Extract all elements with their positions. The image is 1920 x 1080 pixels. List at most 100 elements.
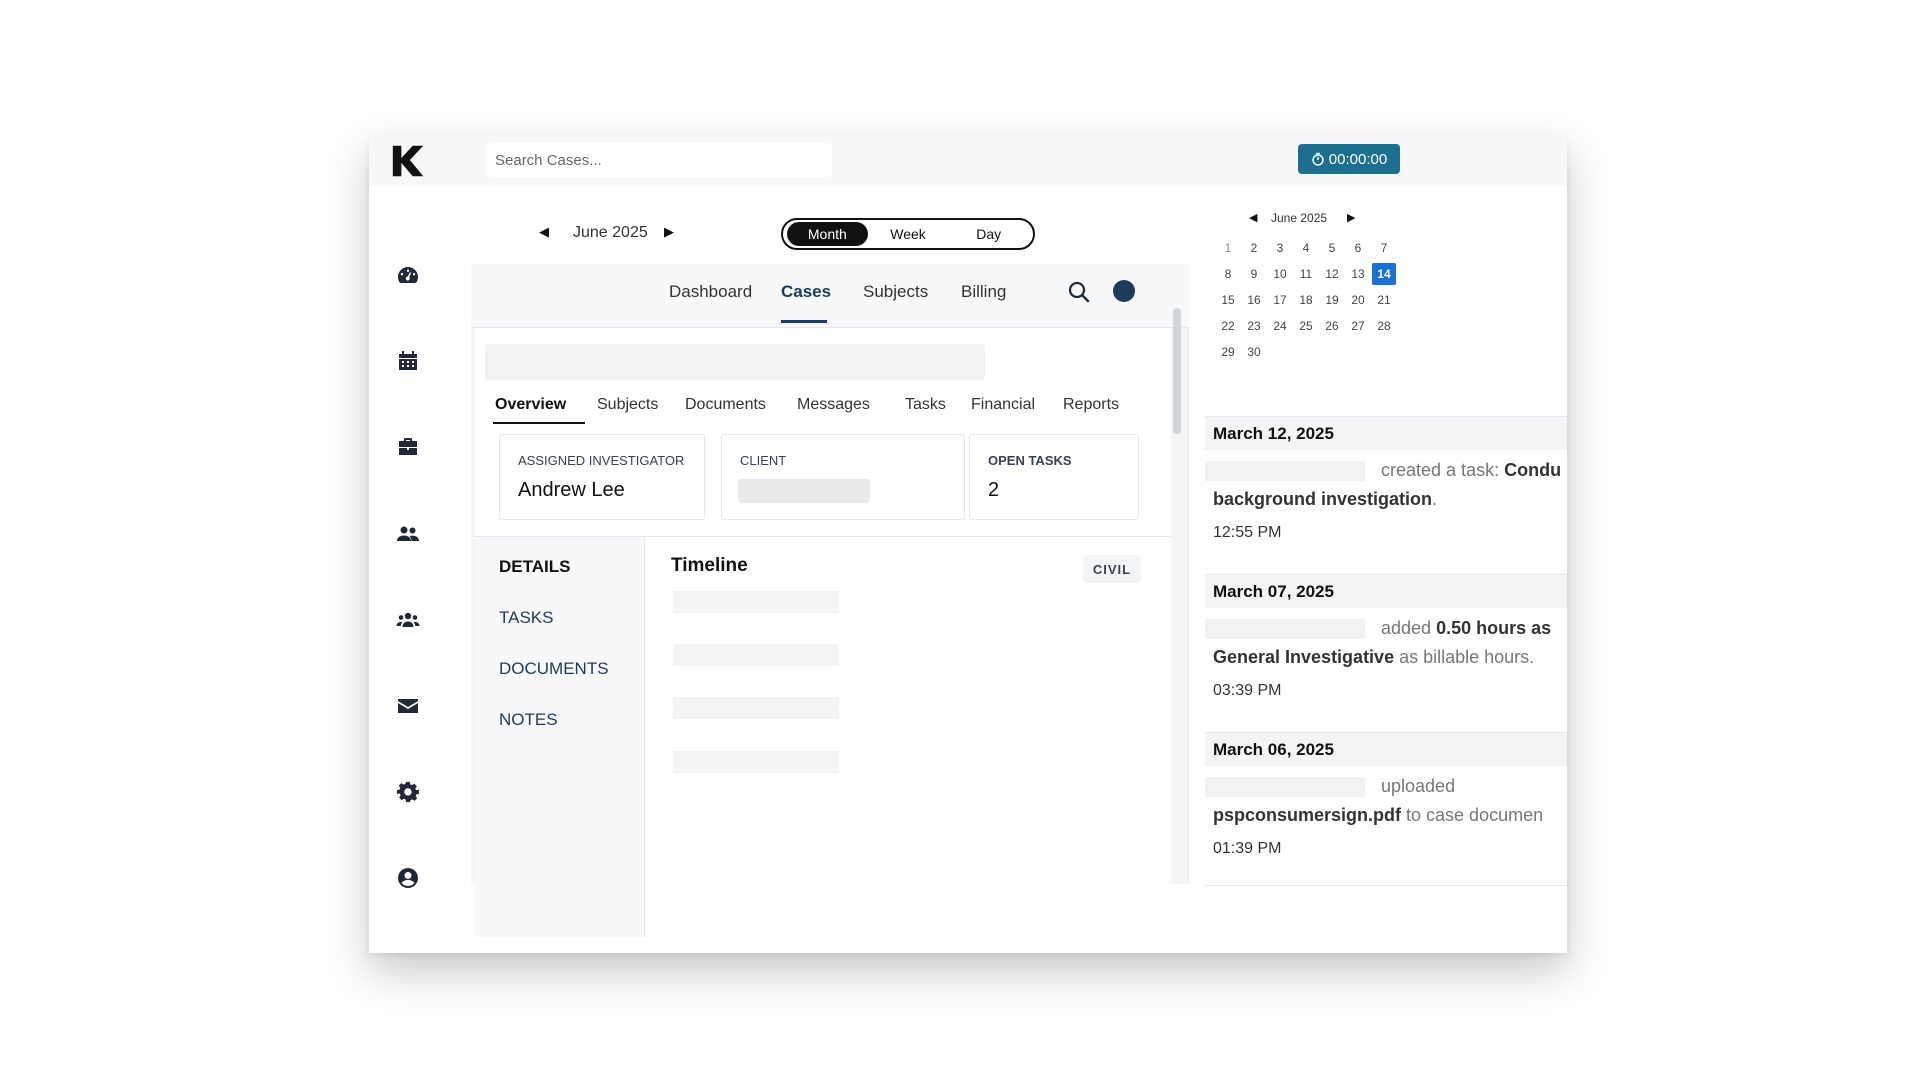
logout-icon[interactable] — [393, 949, 423, 953]
investigator-card: ASSIGNED INVESTIGATOR Andrew Lee — [499, 434, 705, 520]
nav-dashboard[interactable]: Dashboard — [669, 282, 752, 302]
search-input[interactable] — [487, 143, 832, 177]
calendar-day[interactable]: 20 — [1346, 289, 1370, 311]
feed-line: added 0.50 hours as — [1205, 614, 1567, 643]
calendar-day[interactable]: 22 — [1216, 315, 1240, 337]
view-toggle: Month Week Day — [781, 218, 1035, 250]
calendar-day[interactable]: 16 — [1242, 289, 1266, 311]
case-type-badge: CIVIL — [1083, 555, 1141, 583]
timeline-placeholder — [673, 644, 839, 666]
calendar-day[interactable]: 10 — [1268, 263, 1292, 285]
mini-next-button[interactable]: ▶ — [1347, 211, 1355, 224]
tab-reports[interactable]: Reports — [1063, 396, 1119, 414]
logo-icon — [392, 145, 424, 177]
client-label: CLIENT — [740, 453, 787, 468]
next-month-button[interactable]: ▶ — [664, 224, 674, 240]
calendar-day[interactable]: 4 — [1294, 237, 1318, 259]
briefcase-icon[interactable] — [393, 432, 423, 462]
calendar-day[interactable]: 29 — [1216, 341, 1240, 363]
nav-cases[interactable]: Cases — [781, 282, 831, 302]
calendar-day[interactable]: 30 — [1242, 341, 1266, 363]
mail-icon[interactable] — [393, 691, 423, 721]
summary-cards: ASSIGNED INVESTIGATOR Andrew Lee CLIENT … — [499, 434, 1139, 520]
calendar-day[interactable]: 1 — [1216, 237, 1240, 259]
scrollbar[interactable] — [1173, 308, 1181, 434]
calendar-day[interactable]: 3 — [1268, 237, 1292, 259]
case-panel: Dashboard Cases Subjects Billing Overvie… — [471, 264, 1189, 937]
calendar-day[interactable]: 28 — [1372, 315, 1396, 337]
calendar-day[interactable]: 5 — [1320, 237, 1344, 259]
view-month-button[interactable]: Month — [787, 222, 868, 246]
timeline-placeholder — [673, 697, 839, 719]
avatar[interactable] — [1113, 280, 1135, 302]
open-tasks-value: 2 — [988, 479, 1000, 501]
team-icon[interactable] — [393, 605, 423, 635]
tab-messages[interactable]: Messages — [797, 396, 870, 414]
nav-billing[interactable]: Billing — [961, 282, 1006, 302]
activity-feed: March 12, 2025 created a task: Condu backg… — [1205, 416, 1567, 886]
view-day-button[interactable]: Day — [948, 222, 1029, 246]
actor-placeholder — [1205, 461, 1365, 482]
feed-highlight: 0.50 hours as — [1436, 618, 1552, 638]
calendar-icon[interactable] — [393, 346, 423, 376]
actor-placeholder — [1205, 619, 1365, 640]
timer-value: 00:00:00 — [1328, 150, 1388, 168]
open-tasks-card: OPEN TASKS 2 — [969, 434, 1139, 520]
case-content: Overview Subjects Documents Messages Tas… — [475, 328, 1171, 937]
menu-details[interactable]: DETAILS — [499, 557, 570, 577]
calendar-day[interactable]: 14 — [1372, 263, 1396, 285]
feed-date: March 12, 2025 — [1205, 416, 1567, 450]
user-circle-icon[interactable] — [393, 863, 423, 893]
menu-documents[interactable]: DOCUMENTS — [499, 659, 609, 679]
feed-date: March 07, 2025 — [1205, 574, 1567, 608]
feed-line: General Investigative as billable hours. — [1213, 643, 1567, 672]
search-icon[interactable] — [1067, 280, 1091, 304]
tab-financial[interactable]: Financial — [971, 396, 1035, 414]
feed-highlight: General Investigative — [1213, 647, 1395, 667]
feed-time: 01:39 PM — [1213, 840, 1282, 857]
calendar-day[interactable]: 23 — [1242, 315, 1266, 337]
calendar-day[interactable]: 25 — [1294, 315, 1318, 337]
case-details: DETAILS TASKS DOCUMENTS NOTES Timeline C… — [475, 536, 1171, 937]
feed-line: created a task: Condu — [1205, 456, 1567, 485]
cases-nav: Dashboard Cases Subjects Billing — [471, 264, 1189, 328]
menu-tasks[interactable]: TASKS — [499, 608, 553, 628]
calendar-day[interactable]: 6 — [1346, 237, 1370, 259]
calendar-day[interactable]: 26 — [1320, 315, 1344, 337]
menu-notes[interactable]: NOTES — [499, 710, 558, 730]
tab-tasks[interactable]: Tasks — [905, 396, 946, 414]
feed-highlight: pspconsumersign.pdf — [1213, 805, 1402, 825]
calendar-day[interactable]: 11 — [1294, 263, 1318, 285]
prev-month-button[interactable]: ◀ — [539, 224, 549, 240]
calendar-day[interactable]: 21 — [1372, 289, 1396, 311]
calendar-day[interactable]: 8 — [1216, 263, 1240, 285]
calendar-day[interactable]: 15 — [1216, 289, 1240, 311]
calendar-day[interactable]: 17 — [1268, 289, 1292, 311]
top-bar: 00:00:00 — [369, 136, 1567, 186]
users-icon[interactable] — [393, 519, 423, 549]
calendar-day[interactable]: 2 — [1242, 237, 1266, 259]
calendar-day[interactable]: 12 — [1320, 263, 1344, 285]
calendar-day[interactable]: 13 — [1346, 263, 1370, 285]
calendar-day[interactable]: 18 — [1294, 289, 1318, 311]
view-week-button[interactable]: Week — [868, 222, 949, 246]
feed-text: created a task: — [1381, 460, 1505, 480]
timer-button[interactable]: 00:00:00 — [1298, 144, 1400, 174]
tab-overview[interactable]: Overview — [495, 396, 566, 414]
calendar-day[interactable]: 9 — [1242, 263, 1266, 285]
tab-documents[interactable]: Documents — [685, 396, 766, 414]
calendar-day[interactable]: 19 — [1320, 289, 1344, 311]
calendar-day[interactable]: 7 — [1372, 237, 1396, 259]
calendar-day[interactable]: 24 — [1268, 315, 1292, 337]
feed-time: 12:55 PM — [1213, 524, 1282, 541]
dashboard-icon[interactable] — [393, 260, 423, 290]
mini-calendar: ◀ June 2025 ▶ 1 2 3 4 5 6 7 8 9 10 11 12 13 14 15 16 17 1… — [1194, 211, 1434, 381]
mini-prev-button[interactable]: ◀ — [1249, 211, 1257, 224]
details-menu: DETAILS TASKS DOCUMENTS NOTES — [475, 537, 645, 937]
timeline-title: Timeline — [671, 555, 748, 576]
mini-calendar-title: June 2025 — [1271, 211, 1328, 225]
gear-icon[interactable] — [393, 777, 423, 807]
nav-subjects[interactable]: Subjects — [863, 282, 928, 302]
tab-subjects[interactable]: Subjects — [597, 396, 658, 414]
calendar-day[interactable]: 27 — [1346, 315, 1370, 337]
